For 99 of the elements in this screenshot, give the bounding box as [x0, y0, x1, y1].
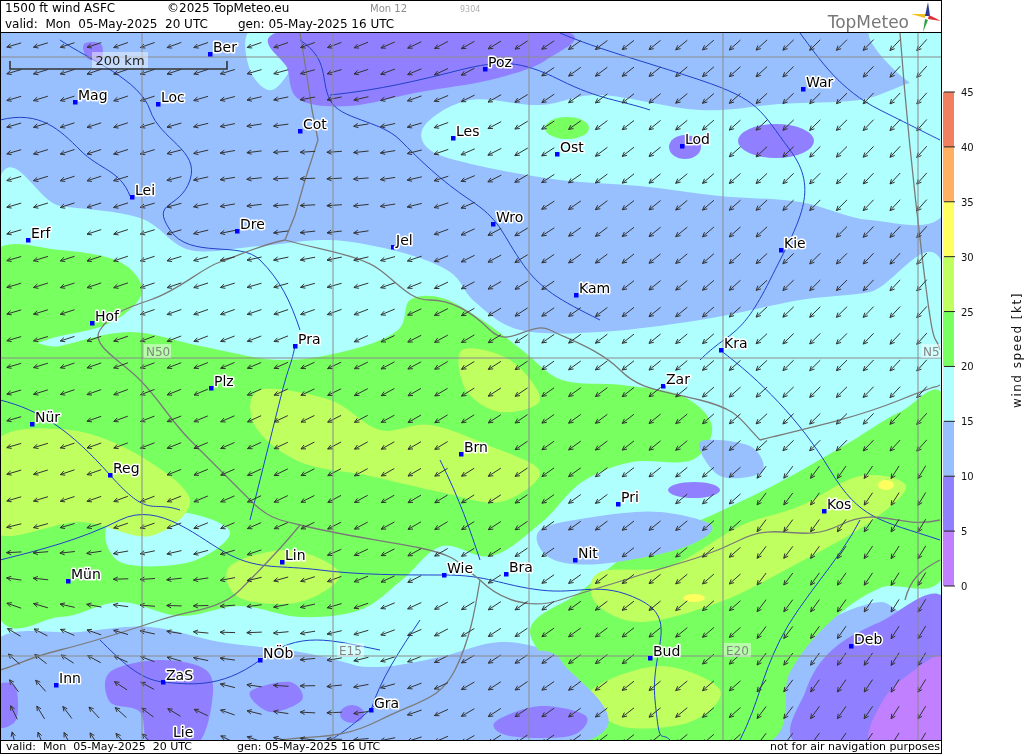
tick-label: 45 — [961, 87, 974, 98]
city-label: Loc — [161, 89, 185, 105]
city-label: Erf — [31, 225, 51, 241]
city-label: Pri — [621, 489, 639, 505]
city-label: Bud — [653, 643, 681, 659]
city-marker-icon — [73, 100, 78, 105]
city-marker-icon — [680, 144, 685, 149]
map-title: 1500 ft wind ASFC — [5, 1, 117, 16]
city-marker-icon — [648, 656, 653, 661]
city-label: Ost — [560, 139, 584, 155]
city-marker-icon — [54, 683, 59, 688]
generated-time: gen: 05-May-2025 16 UTC — [237, 741, 381, 753]
city-label: NÖb — [263, 645, 294, 661]
city-marker-icon — [504, 572, 509, 577]
city-marker-icon — [130, 195, 135, 200]
city-marker-icon — [491, 222, 496, 227]
city-label: Les — [456, 123, 480, 139]
city-marker-icon — [779, 248, 784, 253]
star-logo-icon — [911, 2, 941, 32]
scale-label: 200 km — [92, 52, 148, 68]
city-label: Nit — [578, 545, 598, 561]
city-label: Lin — [285, 547, 306, 563]
city-marker-icon — [280, 560, 285, 565]
tick-label: 35 — [961, 196, 974, 208]
city-marker-icon — [209, 386, 214, 391]
city-marker-icon — [822, 509, 827, 514]
city-label: Nür — [35, 409, 61, 425]
city-label: Kos — [827, 496, 852, 512]
city-marker-icon — [483, 67, 488, 72]
grid-label: N50 — [144, 344, 171, 359]
city-marker-icon — [459, 452, 464, 457]
disclaimer-text: not for air navigation purposes — [770, 741, 941, 753]
city-label: Inn — [59, 670, 81, 686]
city-label: Jel — [396, 232, 413, 248]
city-label: Mün — [71, 566, 101, 582]
grid-label: N5 — [921, 344, 941, 359]
city-marker-icon — [161, 680, 166, 685]
city-label: Cot — [303, 116, 327, 132]
city-marker-icon — [849, 644, 854, 649]
city-marker-icon — [235, 229, 240, 234]
city-marker-icon — [391, 245, 396, 250]
grid-label: E15 — [337, 643, 364, 658]
city-marker-icon — [90, 321, 95, 326]
tick-label: 5 — [961, 526, 968, 538]
tick-label: 30 — [961, 251, 974, 263]
city-marker-icon — [451, 136, 456, 141]
city-label: Reg — [113, 460, 140, 476]
city-label: Kam — [579, 280, 611, 296]
city-marker-icon — [298, 129, 303, 134]
city-label: Kra — [724, 335, 748, 351]
city-label: Kie — [784, 235, 806, 251]
city-marker-icon — [66, 579, 71, 584]
city-label: Ber — [213, 39, 237, 55]
tick-label: 25 — [961, 306, 974, 318]
city-marker-icon — [555, 152, 560, 157]
city-marker-icon — [369, 708, 374, 713]
city-label: Plz — [214, 373, 234, 389]
city-marker-icon — [208, 52, 213, 57]
city-marker-icon — [719, 348, 724, 353]
city-marker-icon — [442, 573, 447, 578]
city-label: Pra — [298, 331, 321, 347]
run-label: Mon 12 — [370, 2, 408, 16]
city-label: Deb — [854, 631, 883, 647]
city-label: Zar — [666, 371, 690, 387]
city-label: Hof — [95, 308, 120, 324]
generated-time: gen: 05-May-2025 16 UTC — [238, 16, 395, 32]
city-marker-icon — [573, 558, 578, 563]
city-marker-icon — [574, 293, 579, 298]
city-marker-icon — [258, 658, 263, 663]
valid-time: valid: Mon 05-May-2025 20 UTC — [5, 741, 193, 753]
tick-label: 15 — [961, 416, 974, 428]
city-label: Poz — [488, 54, 512, 70]
city-label: Bra — [509, 559, 533, 575]
city-label: Lei — [135, 182, 156, 198]
city-marker-icon — [108, 473, 113, 478]
tick-label: 10 — [961, 471, 974, 483]
tick-label: 20 — [961, 361, 974, 373]
city-label: Wie — [447, 560, 474, 576]
copyright-text: ©2025 TopMeteo.eu — [167, 1, 291, 16]
city-label: Lie — [173, 724, 194, 740]
city-marker-icon — [156, 102, 161, 107]
city-label: Mag — [78, 87, 108, 103]
city-label: Gra — [374, 695, 400, 711]
city-marker-icon — [616, 502, 621, 507]
city-label: Wro — [496, 209, 524, 225]
city-label: War — [806, 74, 834, 90]
logo-text: TopMeteo — [827, 13, 909, 32]
tick-label: 0 — [961, 581, 968, 592]
city-marker-icon — [293, 344, 298, 349]
city-label: Dre — [240, 216, 265, 232]
valid-time: valid: Mon 05-May-2025 20 UTC — [5, 16, 209, 32]
city-label: Lod — [685, 131, 710, 147]
city-marker-icon — [801, 87, 806, 92]
code-label: 9304 — [460, 4, 481, 16]
legend-title: wind speed [kt] — [1010, 292, 1024, 408]
city-label: ZaS — [166, 667, 194, 683]
tick-label: 40 — [961, 141, 974, 153]
grid-label: E20 — [724, 643, 751, 658]
city-label: Brn — [464, 439, 488, 455]
